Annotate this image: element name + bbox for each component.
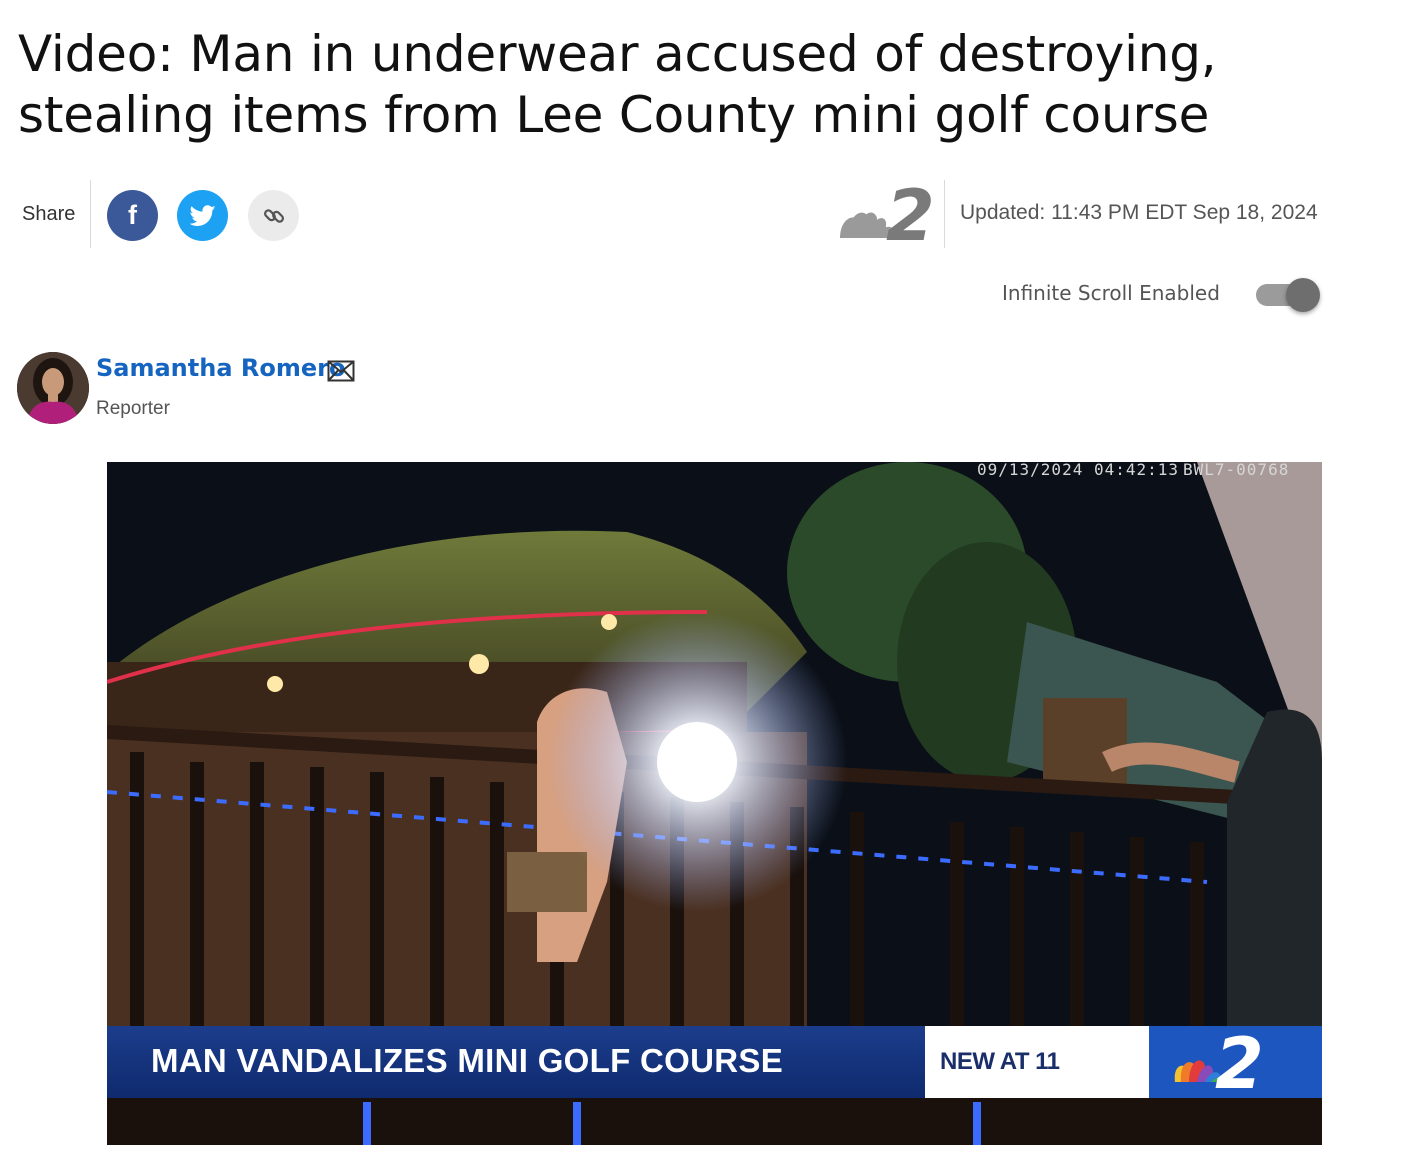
infinite-scroll-label: Infinite Scroll Enabled [1002, 281, 1220, 305]
divider [944, 180, 945, 248]
share-bar: Share f 2 Updated: 11:43 PM EDT Sep 18, … [0, 180, 1426, 248]
nbc2-logo-icon: 2 [1174, 1023, 1264, 1105]
facebook-share-button[interactable]: f [107, 190, 158, 241]
chyron-tag: NEW AT 11 [940, 1048, 1060, 1075]
nbc2-logo-icon: 2 [840, 180, 932, 246]
chyron-headline-bar: MAN VANDALIZES MINI GOLF COURSE [107, 1026, 925, 1098]
svg-text:2: 2 [886, 180, 932, 246]
video-player[interactable]: 09/13/2024 04:42:13 BWL7-00768 MAN VANDA… [107, 462, 1322, 1145]
updated-timestamp: Updated: 11:43 PM EDT Sep 18, 2024 [960, 201, 1318, 224]
share-label: Share [22, 203, 76, 225]
video-timestamp: 09/13/2024 04:42:13 [977, 462, 1180, 479]
author-role: Reporter [96, 398, 170, 419]
twitter-icon [189, 204, 216, 226]
mail-icon[interactable] [327, 360, 355, 382]
toggle-knob[interactable] [1286, 278, 1320, 312]
chyron-headline: MAN VANDALIZES MINI GOLF COURSE [151, 1042, 784, 1079]
svg-text:2: 2 [1215, 1026, 1264, 1098]
twitter-share-button[interactable] [177, 190, 228, 241]
video-camera-id: BWL7-00768 [1183, 462, 1290, 479]
author-name-link[interactable]: Samantha Romero [96, 354, 345, 382]
chyron-tag-box: NEW AT 11 [925, 1026, 1149, 1098]
news-chyron: MAN VANDALIZES MINI GOLF COURSE NEW AT 1… [107, 1023, 1322, 1105]
divider [90, 180, 91, 248]
facebook-icon: f [128, 200, 137, 230]
copy-link-button[interactable] [248, 190, 299, 241]
chyron-nbc2-logo: 2 [1149, 1023, 1322, 1105]
article-headline: Video: Man in underwear accused of destr… [18, 25, 1217, 144]
link-icon [263, 208, 284, 223]
author-avatar[interactable] [17, 352, 89, 424]
